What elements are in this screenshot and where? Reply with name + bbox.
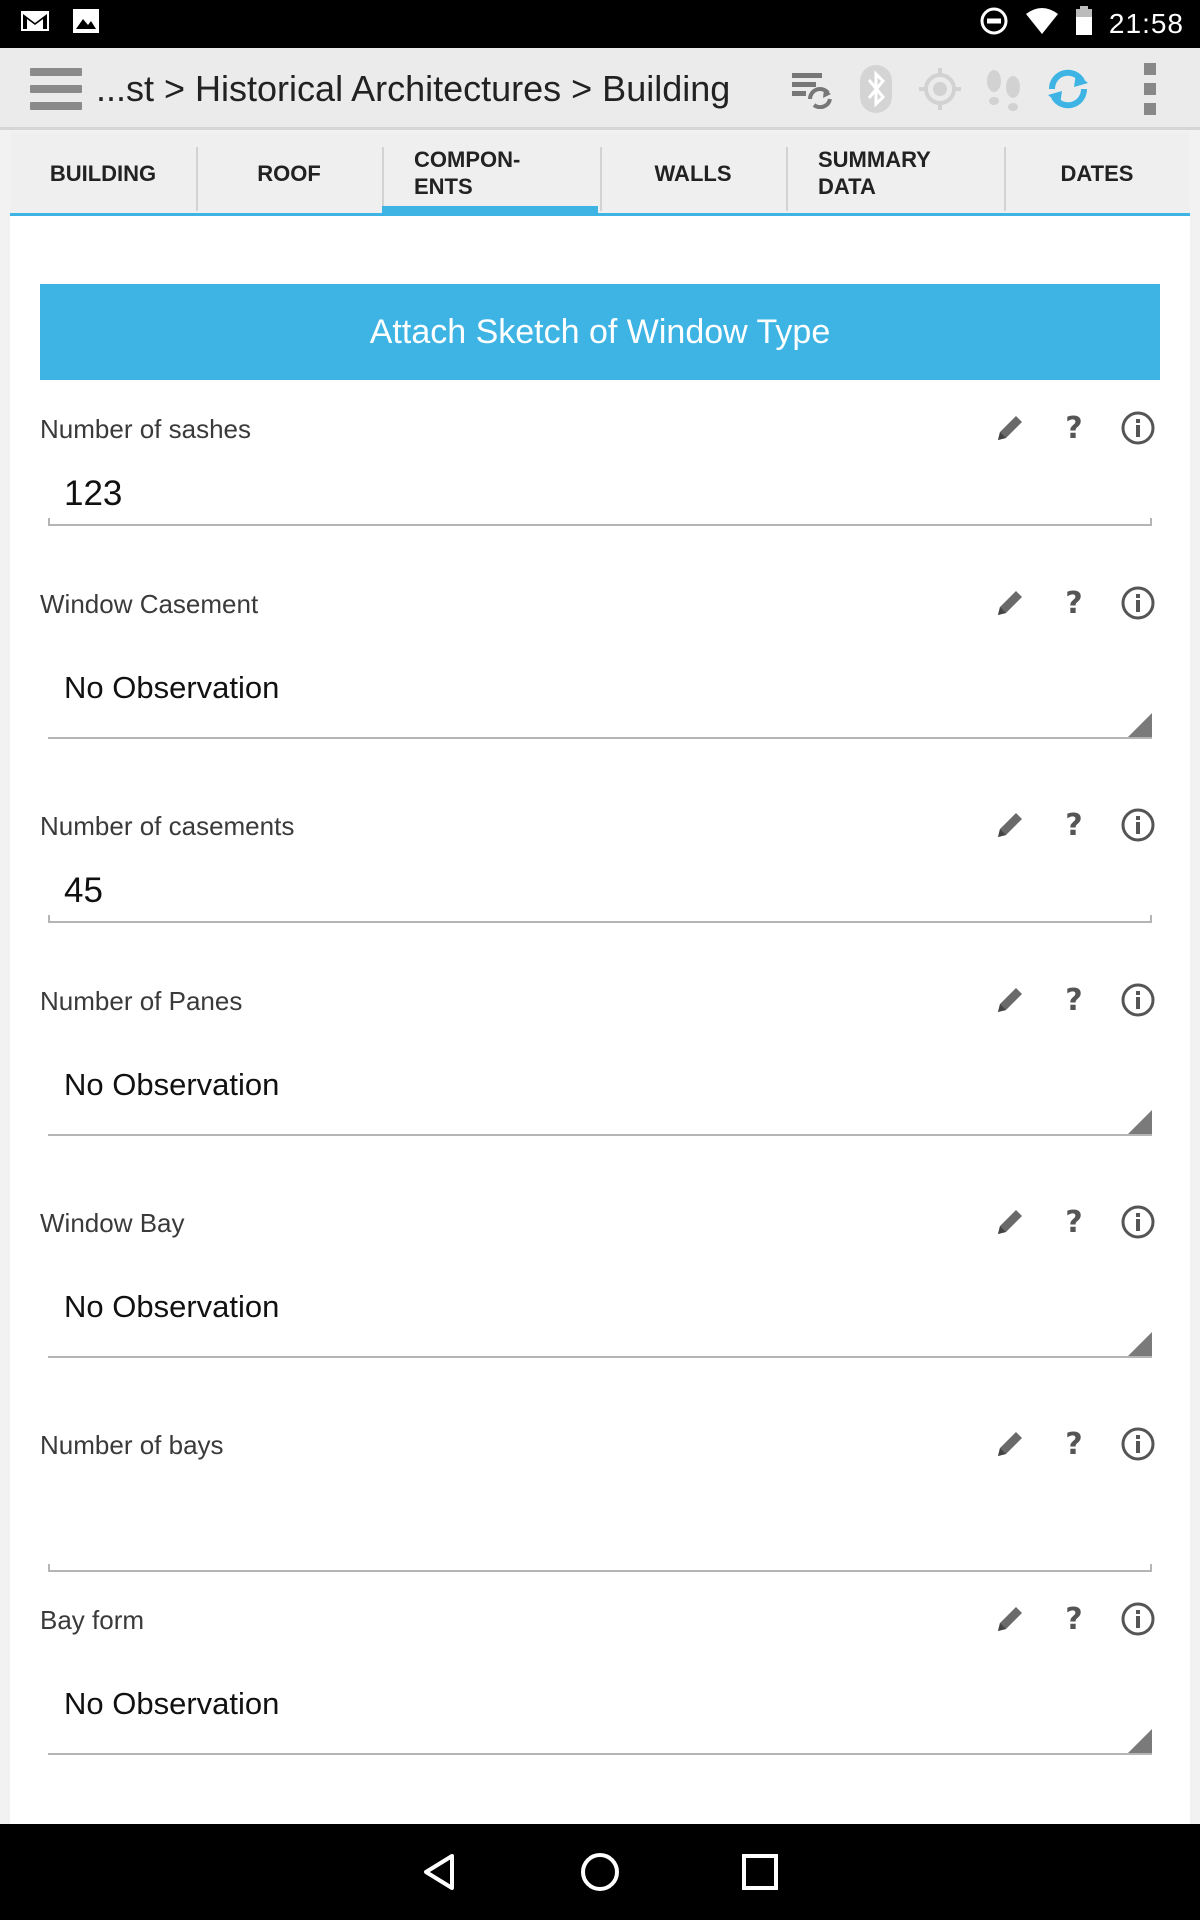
field-label: Number of sashes <box>40 414 251 444</box>
action-bar: ...st > Historical Architectures > Build… <box>0 48 1200 130</box>
tab-roof[interactable]: ROOF <box>196 133 382 213</box>
info-icon[interactable] <box>1106 404 1170 452</box>
gallery-icon <box>72 8 100 39</box>
question-icon[interactable]: ? <box>1042 976 1106 1024</box>
select-value: No Observation <box>64 1289 280 1324</box>
tab-walls[interactable]: WALLS <box>600 133 786 213</box>
overflow-icon[interactable] <box>1100 58 1200 120</box>
tab-components-label: COMPON- ENTS <box>414 147 521 199</box>
pencil-icon[interactable] <box>978 1420 1042 1468</box>
navigation-bar <box>0 1824 1200 1920</box>
form-content: Attach Sketch of Window Type Number of s… <box>10 216 1190 1824</box>
refresh-icon[interactable] <box>1036 58 1100 120</box>
status-time: 21:58 <box>1108 7 1184 39</box>
info-icon[interactable] <box>1106 1420 1170 1468</box>
question-icon[interactable]: ? <box>1042 579 1106 627</box>
pencil-icon[interactable] <box>978 1595 1042 1643</box>
do-not-disturb-icon <box>979 6 1009 41</box>
number-of-panes-select[interactable]: No Observation <box>48 1036 1152 1136</box>
info-icon[interactable] <box>1106 801 1170 849</box>
pencil-icon[interactable] <box>978 404 1042 452</box>
info-icon[interactable] <box>1106 1198 1170 1246</box>
pencil-icon[interactable] <box>978 801 1042 849</box>
sync-list-icon[interactable] <box>780 58 844 120</box>
select-value: No Observation <box>64 1686 280 1721</box>
field-label: Number of Panes <box>40 986 243 1016</box>
info-icon[interactable] <box>1106 976 1170 1024</box>
home-icon[interactable] <box>570 1842 630 1902</box>
info-icon[interactable] <box>1106 579 1170 627</box>
question-icon[interactable]: ? <box>1042 1420 1106 1468</box>
window-casement-select[interactable]: No Observation <box>48 639 1152 739</box>
select-value: No Observation <box>64 1067 280 1102</box>
tab-summary-data[interactable]: SUMMARY DATA <box>786 133 1004 213</box>
dropdown-arrow-icon <box>1128 1110 1152 1134</box>
gps-icon[interactable] <box>908 58 972 120</box>
window-bay-select[interactable]: No Observation <box>48 1258 1152 1358</box>
info-icon[interactable] <box>1106 1595 1170 1643</box>
back-icon[interactable] <box>410 1842 470 1902</box>
field-label: Bay form <box>40 1605 145 1635</box>
tab-components[interactable]: COMPON- ENTS <box>382 133 600 216</box>
tab-building[interactable]: BUILDING <box>10 133 196 213</box>
battery-icon <box>1075 6 1093 41</box>
dropdown-arrow-icon <box>1128 1332 1152 1356</box>
number-of-bays-input[interactable] <box>48 1480 1152 1572</box>
tab-bar: BUILDING ROOF COMPON- ENTS WALLS SUMMARY… <box>10 133 1190 216</box>
question-icon[interactable]: ? <box>1042 404 1106 452</box>
recents-icon[interactable] <box>730 1842 790 1902</box>
field-label: Window Bay <box>40 1208 185 1238</box>
field-label: Window Casement <box>40 589 259 619</box>
question-icon[interactable]: ? <box>1042 801 1106 849</box>
dropdown-arrow-icon <box>1128 713 1152 737</box>
menu-icon[interactable] <box>30 68 82 110</box>
select-value: No Observation <box>64 670 280 705</box>
field-label: Number of bays <box>40 1430 224 1460</box>
field-label: Number of casements <box>40 811 295 841</box>
question-icon[interactable]: ? <box>1042 1198 1106 1246</box>
attach-sketch-button[interactable]: Attach Sketch of Window Type <box>40 284 1160 380</box>
dropdown-arrow-icon <box>1128 1729 1152 1753</box>
tab-summary-data-label: SUMMARY DATA <box>818 147 931 199</box>
gmail-icon <box>20 10 50 37</box>
pencil-icon[interactable] <box>978 1198 1042 1246</box>
number-of-casements-input[interactable]: 45 <box>48 861 1152 923</box>
pencil-icon[interactable] <box>978 976 1042 1024</box>
bay-form-select[interactable]: No Observation <box>48 1655 1152 1755</box>
bluetooth-icon[interactable] <box>844 58 908 120</box>
pencil-icon[interactable] <box>978 579 1042 627</box>
tracker-icon[interactable] <box>972 58 1036 120</box>
question-icon[interactable]: ? <box>1042 1595 1106 1643</box>
status-bar: 21:58 <box>0 0 1200 48</box>
breadcrumb: ...st > Historical Architectures > Build… <box>96 68 731 109</box>
tab-dates[interactable]: DATES <box>1004 133 1190 213</box>
wifi-icon <box>1025 7 1059 40</box>
number-of-sashes-input[interactable]: 123 <box>48 464 1152 526</box>
